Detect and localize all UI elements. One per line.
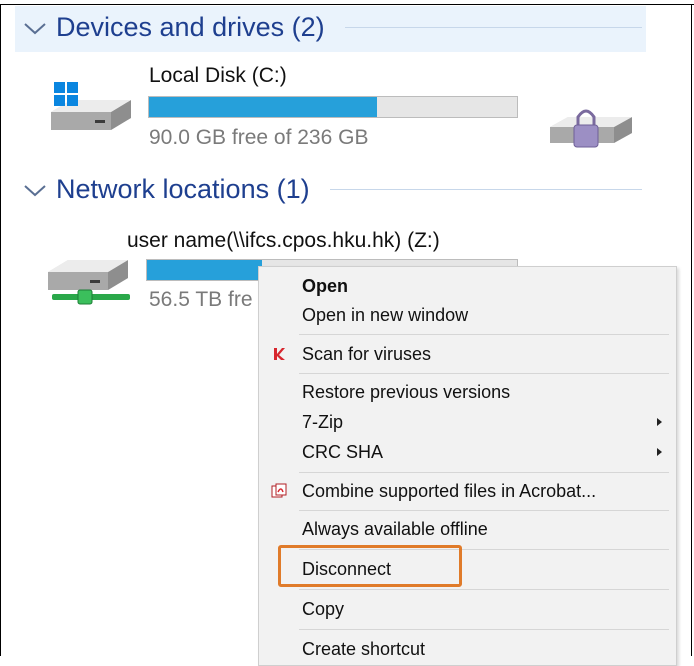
menu-item-crc-sha[interactable]: CRC SHA: [302, 442, 383, 463]
network-drive-usage-fill: [147, 260, 262, 280]
menu-separator: [299, 373, 669, 374]
menu-separator: [299, 589, 669, 590]
local-disk-free-space: 90.0 GB free of 236 GB: [149, 126, 369, 149]
disconnect-highlight-box: [278, 545, 462, 587]
devices-section-rule: [344, 27, 642, 28]
submenu-arrow-icon: [657, 418, 662, 426]
submenu-arrow-icon: [657, 448, 662, 456]
menu-separator: [299, 472, 669, 473]
network-drive-free-space: 56.5 TB fre: [149, 288, 253, 311]
menu-item-7-zip[interactable]: 7-Zip: [302, 412, 343, 433]
acrobat-icon: [271, 483, 287, 498]
frame-right-border: [691, 4, 692, 656]
frame-left-border: [0, 4, 1, 656]
network-section-title: Network locations (1): [56, 174, 310, 204]
devices-section-title: Devices and drives (2): [56, 12, 325, 42]
local-disk-name: Local Disk (C:): [149, 64, 287, 87]
padlock-icon: [573, 109, 599, 148]
chevron-down-icon: [24, 22, 46, 34]
menu-separator: [299, 334, 669, 335]
network-section-rule: [329, 189, 642, 190]
local-disk-usage-fill: [149, 97, 378, 117]
frame-top-border: [0, 4, 694, 5]
bitlocker-drive-icon[interactable]: [546, 105, 636, 155]
menu-item-combine-in-acrobat[interactable]: Combine supported files in Acrobat...: [302, 481, 596, 502]
menu-item-copy[interactable]: Copy: [302, 599, 344, 620]
windows-drive-icon: [51, 82, 131, 130]
menu-item-restore-previous-versions[interactable]: Restore previous versions: [302, 382, 510, 403]
local-disk-usage-bar: [148, 96, 518, 118]
menu-item-create-shortcut[interactable]: Create shortcut: [302, 639, 425, 660]
devices-section-header[interactable]: Devices and drives (2): [22, 12, 642, 43]
network-drive-name: user name(\\ifcs.cpos.hku.hk) (Z:): [127, 229, 440, 252]
antivirus-icon: [274, 348, 285, 360]
menu-item-open[interactable]: Open: [302, 276, 348, 297]
windows-logo-icon: [54, 82, 78, 106]
menu-item-open-in-new-window[interactable]: Open in new window: [302, 305, 468, 326]
network-section-header[interactable]: Network locations (1): [22, 174, 642, 205]
menu-item-scan-for-viruses[interactable]: Scan for viruses: [302, 344, 431, 365]
network-drive-icon: [48, 260, 130, 305]
menu-item-always-available-offline[interactable]: Always available offline: [302, 519, 488, 540]
context-menu: Open Open in new window Scan for viruses…: [258, 266, 677, 666]
chevron-down-icon: [24, 184, 46, 196]
menu-separator: [299, 510, 669, 511]
menu-separator: [299, 629, 669, 630]
